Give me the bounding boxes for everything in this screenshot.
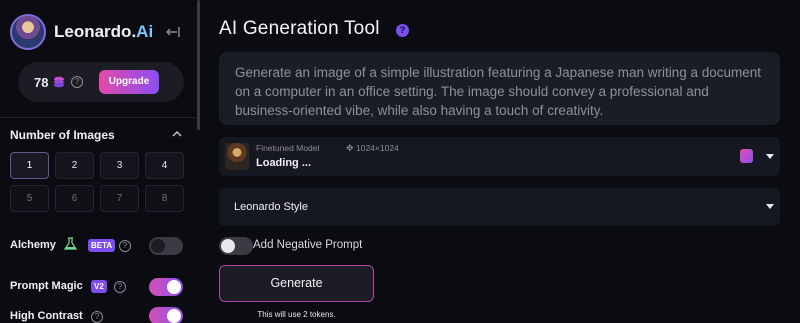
style-selector[interactable]: Leonardo Style <box>219 188 780 226</box>
alchemy-help-icon[interactable]: ? <box>119 240 131 252</box>
caret-down-icon[interactable] <box>766 204 774 209</box>
model-selector[interactable]: Finetuned Model ✥ 1024×1024 Loading ... <box>219 137 780 176</box>
app-root: Leonardo.Ai 78 ? Upgrade Number of Image… <box>0 0 800 323</box>
image-count-option[interactable]: 2 <box>55 152 94 179</box>
image-count-option[interactable]: 1 <box>10 152 49 179</box>
model-kicker: Finetuned Model <box>256 143 320 153</box>
negative-prompt-toggle[interactable] <box>219 237 253 255</box>
resize-icon: ✥ <box>346 143 354 153</box>
token-usage-note: This will use 2 tokens. <box>257 310 336 319</box>
chevron-up-icon[interactable] <box>172 130 182 138</box>
prompt-magic-help-icon[interactable]: ? <box>114 281 126 293</box>
model-size: 1024×1024 <box>356 143 399 153</box>
image-count-option[interactable]: 4 <box>145 152 184 179</box>
prompt-magic-label: Prompt Magic <box>10 280 83 292</box>
toggle-knob <box>151 239 165 253</box>
number-of-images-title: Number of Images <box>10 128 115 142</box>
tokens-help-icon[interactable]: ? <box>71 76 83 88</box>
token-count: 78 <box>34 75 49 90</box>
high-contrast-toggle[interactable] <box>149 307 183 323</box>
model-name: Loading ... <box>256 157 311 169</box>
image-count-option[interactable]: 8 <box>145 185 184 212</box>
toggle-knob <box>221 239 235 253</box>
generate-button[interactable]: Generate <box>219 265 374 302</box>
avatar <box>10 14 46 50</box>
high-contrast-label: High Contrast <box>10 310 83 322</box>
token-balance: 78 ? Upgrade <box>18 62 184 102</box>
high-contrast-help-icon[interactable]: ? <box>91 311 103 323</box>
image-count-option[interactable]: 3 <box>100 152 139 179</box>
image-count-option[interactable]: 5 <box>10 185 49 212</box>
coin-icon <box>54 76 64 88</box>
prompt-input[interactable]: Generate an image of a simple illustrati… <box>219 52 780 125</box>
prompt-magic-toggle[interactable] <box>149 278 183 296</box>
brand[interactable]: Leonardo.Ai <box>10 14 153 50</box>
caret-down-icon[interactable] <box>766 154 774 159</box>
beta-badge: BETA <box>88 239 116 252</box>
alchemy-toggle[interactable] <box>149 237 183 255</box>
image-count-option[interactable]: 6 <box>55 185 94 212</box>
page-title: AI Generation Tool <box>219 18 380 39</box>
edit-icon[interactable] <box>740 149 753 163</box>
upgrade-button[interactable]: Upgrade <box>99 70 159 94</box>
potion-icon <box>64 237 77 250</box>
alchemy-label: Alchemy <box>10 239 56 251</box>
toggle-knob <box>167 309 181 323</box>
style-value: Leonardo Style <box>234 201 308 213</box>
model-thumbnail <box>225 143 249 170</box>
brand-name-accent: Ai <box>136 22 154 41</box>
collapse-sidebar-icon[interactable] <box>165 24 181 40</box>
sidebar-scrollbar[interactable] <box>197 0 200 130</box>
brand-name-main: Leonardo. <box>54 22 137 41</box>
sidebar-divider <box>0 117 196 118</box>
sidebar: Leonardo.Ai 78 ? Upgrade Number of Image… <box>0 0 196 323</box>
brand-name: Leonardo.Ai <box>54 22 153 42</box>
image-count-option[interactable]: 7 <box>100 185 139 212</box>
toggle-knob <box>167 280 181 294</box>
title-help-icon[interactable]: ? <box>396 24 409 37</box>
v2-badge: V2 <box>91 280 107 293</box>
negative-prompt-label: Add Negative Prompt <box>253 239 363 251</box>
